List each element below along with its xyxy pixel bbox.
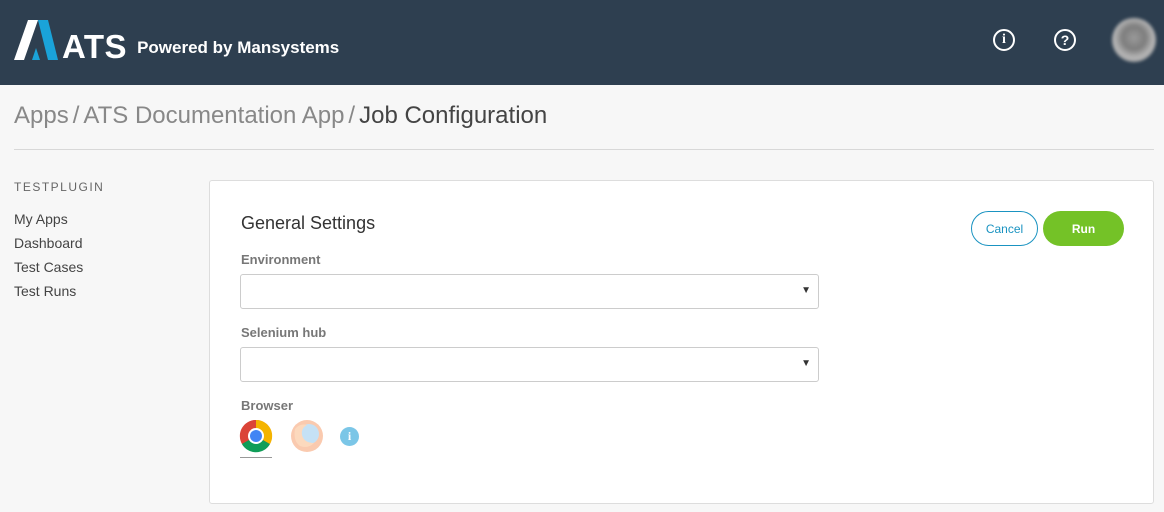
browser-info-icon[interactable]: i xyxy=(340,427,359,446)
sidebar-item-test-runs[interactable]: Test Runs xyxy=(14,279,194,303)
sidebar-item-dashboard[interactable]: Dashboard xyxy=(14,231,194,255)
general-settings-card: General Settings Cancel Run Environment … xyxy=(209,180,1154,504)
logo[interactable]: ATS Powered by Mansystems xyxy=(14,20,340,65)
info-icon[interactable]: i xyxy=(993,29,1015,51)
browser-option-chrome[interactable] xyxy=(239,419,273,453)
selected-browser-underline xyxy=(240,457,272,458)
browser-option-firefox[interactable] xyxy=(290,419,324,453)
help-icon[interactable]: ? xyxy=(1054,29,1076,51)
help-icon-glyph: ? xyxy=(1060,32,1070,48)
powered-by-text: Powered by Mansystems xyxy=(137,38,340,57)
top-bar: ATS Powered by Mansystems i ? xyxy=(0,0,1164,85)
browser-info-glyph: i xyxy=(347,429,352,443)
ats-logo-icon xyxy=(14,20,58,60)
breadcrumb-separator: / xyxy=(72,102,80,129)
breadcrumb-app[interactable]: ATS Documentation App xyxy=(83,102,344,129)
breadcrumb-separator: / xyxy=(348,102,356,129)
header-divider xyxy=(14,149,1154,150)
chevron-down-icon: ▼ xyxy=(801,358,811,369)
run-button[interactable]: Run xyxy=(1043,211,1124,246)
chrome-icon xyxy=(239,419,273,453)
cancel-button[interactable]: Cancel xyxy=(971,211,1038,246)
sidebar-title: TESTPLUGIN xyxy=(14,180,105,194)
chevron-down-icon: ▼ xyxy=(801,285,811,296)
environment-select[interactable]: ▼ xyxy=(240,274,819,309)
sidebar-item-my-apps[interactable]: My Apps xyxy=(14,207,194,231)
logo-text: ATS xyxy=(62,28,128,65)
browser-label: Browser xyxy=(241,398,294,413)
card-title: General Settings xyxy=(241,213,376,233)
sidebar-item-test-cases[interactable]: Test Cases xyxy=(14,255,194,279)
breadcrumb: Apps / ATS Documentation App / Job Configura… xyxy=(14,102,547,130)
sidebar: TESTPLUGIN My Apps Dashboard Test Cases … xyxy=(14,180,194,303)
breadcrumb-current: Job Configuration xyxy=(359,102,548,129)
selenium-hub-label: Selenium hub xyxy=(241,325,327,340)
user-avatar[interactable] xyxy=(1112,18,1156,62)
info-icon-glyph: i xyxy=(1002,32,1006,47)
breadcrumb-apps[interactable]: Apps xyxy=(14,102,69,129)
environment-label: Environment xyxy=(241,252,321,267)
selenium-hub-select[interactable]: ▼ xyxy=(240,347,819,382)
firefox-icon xyxy=(291,420,323,452)
